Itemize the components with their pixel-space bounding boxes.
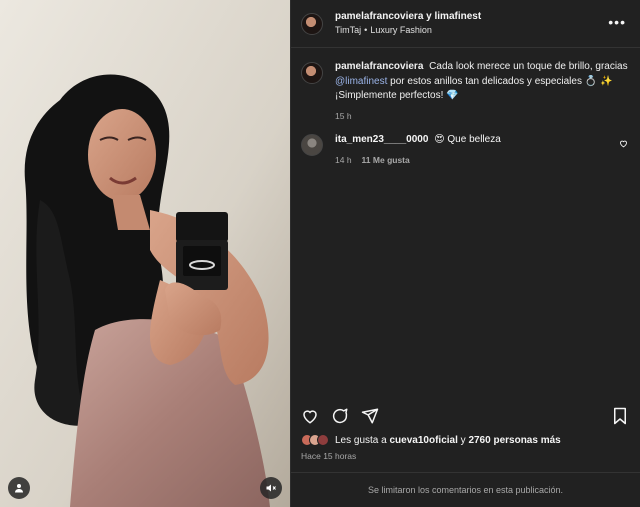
audio-name[interactable]: TimTaj (335, 25, 361, 35)
caption-time[interactable]: 15 h (335, 110, 630, 122)
post-media[interactable] (0, 0, 290, 507)
author-avatar[interactable] (301, 12, 323, 35)
action-bar (291, 404, 640, 428)
comment-text: 😍 Que belleza (434, 133, 501, 145)
person-tag-icon[interactable] (8, 477, 30, 499)
caption-username[interactable]: pamelafrancoviera (335, 61, 423, 72)
comments-limited-notice: Se limitaron los comentarios en esta pub… (291, 472, 640, 507)
caption-text-before: Cada look merece un toque de brillo, gra… (429, 61, 628, 72)
caption: pamelafrancoviera Cada look merece un to… (291, 48, 640, 122)
caption-mention[interactable]: @limafinest (335, 76, 387, 87)
comment-heart-icon[interactable] (619, 139, 628, 151)
heart-icon[interactable] (301, 407, 319, 425)
more-icon[interactable]: ••• (608, 14, 626, 30)
comment-username[interactable]: ita_men23____0000 (335, 134, 428, 145)
likes-summary[interactable]: Les gusta a cueva10oficial y 2760 person… (301, 434, 561, 446)
comment-time[interactable]: 14 h (335, 155, 352, 165)
audio-category[interactable]: Luxury Fashion (370, 25, 432, 35)
caption-avatar[interactable] (301, 62, 323, 84)
post-panel: pamelafrancoviera y limafinest TimTaj • Lu… (290, 0, 640, 507)
comment-avatar[interactable] (301, 133, 323, 156)
comment-likes[interactable]: 11 Me gusta (362, 155, 410, 165)
posted-time[interactable]: Hace 15 horas (301, 451, 356, 461)
likes-prefix: Les gusta a (335, 434, 387, 446)
post-authors[interactable]: pamelafrancoviera y limafinest (335, 10, 481, 24)
likes-user[interactable]: cueva10oficial (390, 435, 458, 446)
comment-icon[interactable] (331, 407, 349, 425)
save-icon[interactable] (612, 407, 628, 425)
share-icon[interactable] (361, 407, 379, 425)
mute-icon[interactable] (260, 477, 282, 499)
post-photo (0, 0, 290, 507)
post-header: pamelafrancoviera y limafinest TimTaj • Lu… (291, 0, 640, 48)
likes-middle: y (460, 434, 466, 446)
post-audio-line: TimTaj • Luxury Fashion (335, 25, 432, 36)
likes-others[interactable]: 2760 personas más (468, 435, 560, 446)
comment-item: ita_men23____0000 😍 Que belleza 14 h 11 M… (291, 122, 640, 165)
liker-avatars (301, 434, 329, 446)
instagram-post: pamelafrancoviera y limafinest TimTaj • Lu… (0, 0, 640, 507)
